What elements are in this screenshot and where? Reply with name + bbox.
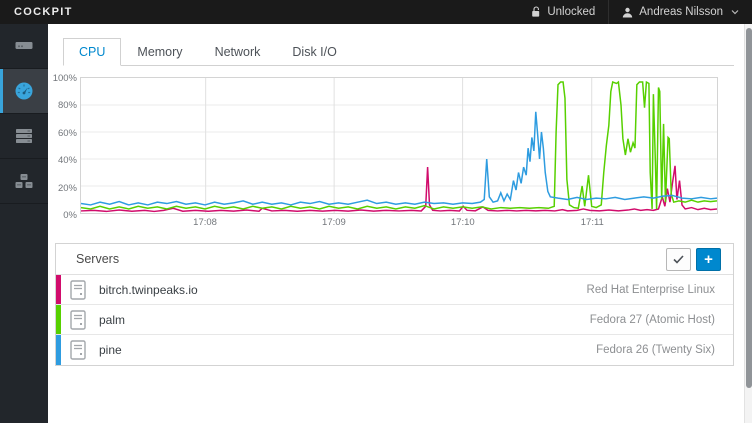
- servers-panel-actions: +: [666, 248, 728, 271]
- cockpit-brand: COCKPIT: [0, 6, 73, 18]
- sidebar-item-cluster[interactable]: [0, 159, 48, 204]
- lock-status-button[interactable]: Unlocked: [518, 0, 608, 24]
- chart-y-axis-labels: 100%80%60%40%20%0%: [55, 77, 80, 214]
- chart-plot-area: [80, 77, 718, 214]
- server-row-bitrch[interactable]: bitrch.twinpeaks.io Red Hat Enterprise L…: [56, 275, 733, 305]
- unlock-icon: [531, 6, 541, 18]
- server-stack-icon: [13, 125, 35, 147]
- scrollbar-thumb[interactable]: [746, 28, 752, 388]
- server-name: bitrch.twinpeaks.io: [99, 283, 198, 297]
- main-content: CPU Memory Network Disk I/O 100%80%60%40…: [48, 24, 744, 423]
- cluster-icon: [13, 170, 35, 192]
- top-bar: COCKPIT Unlocked Andreas Nilsson: [0, 0, 752, 24]
- server-color-strip: [56, 275, 61, 304]
- server-color-strip: [56, 305, 61, 334]
- server-row-palm[interactable]: palm Fedora 27 (Atomic Host): [56, 305, 733, 335]
- chart-canvas: [81, 78, 717, 213]
- server-os: Fedora 27 (Atomic Host): [590, 314, 715, 326]
- add-server-button[interactable]: +: [696, 248, 721, 271]
- plus-icon: +: [704, 252, 713, 267]
- server-row-pine[interactable]: pine Fedora 26 (Twenty Six): [56, 335, 733, 365]
- tab-network[interactable]: Network: [199, 38, 277, 66]
- sidebar: [0, 24, 48, 423]
- vertical-scrollbar: [744, 24, 752, 423]
- user-icon: [622, 7, 633, 18]
- lock-status-label: Unlocked: [547, 6, 595, 18]
- server-icon: [70, 310, 86, 330]
- server-icon: [70, 280, 86, 300]
- sidebar-item-server-stack[interactable]: [0, 114, 48, 159]
- chevron-down-icon: [731, 9, 739, 15]
- server-color-strip: [56, 335, 61, 365]
- user-name-label: Andreas Nilsson: [639, 6, 723, 18]
- server-os: Red Hat Enterprise Linux: [587, 284, 715, 296]
- server-name: pine: [99, 343, 122, 357]
- series-palm: [81, 82, 717, 209]
- server-os: Fedora 26 (Twenty Six): [596, 344, 715, 356]
- server-name: palm: [99, 313, 125, 327]
- sidebar-item-host[interactable]: [0, 24, 48, 69]
- servers-panel-title: Servers: [76, 252, 119, 266]
- tab-disk-io[interactable]: Disk I/O: [276, 38, 352, 66]
- resource-tabs: CPU Memory Network Disk I/O: [63, 38, 734, 66]
- servers-panel: Servers +: [55, 243, 734, 366]
- chart-x-axis-labels: 17:0817:0917:1017:11: [80, 214, 718, 234]
- tab-memory[interactable]: Memory: [121, 38, 198, 66]
- servers-list: bitrch.twinpeaks.io Red Hat Enterprise L…: [56, 275, 733, 365]
- sidebar-item-dashboard[interactable]: [0, 69, 48, 114]
- check-icon: [673, 255, 684, 264]
- host-icon: [13, 35, 35, 57]
- user-menu-button[interactable]: Andreas Nilsson: [608, 0, 752, 24]
- top-bar-right: Unlocked Andreas Nilsson: [518, 0, 752, 24]
- edit-servers-button[interactable]: [666, 248, 691, 271]
- server-icon: [70, 340, 86, 360]
- cpu-chart: 100%80%60%40%20%0%: [55, 77, 734, 214]
- series-bitrch.twinpeaks.io: [81, 166, 717, 212]
- tab-cpu[interactable]: CPU: [63, 38, 121, 66]
- servers-panel-header: Servers +: [56, 244, 733, 275]
- dashboard-gauge-icon: [13, 80, 35, 102]
